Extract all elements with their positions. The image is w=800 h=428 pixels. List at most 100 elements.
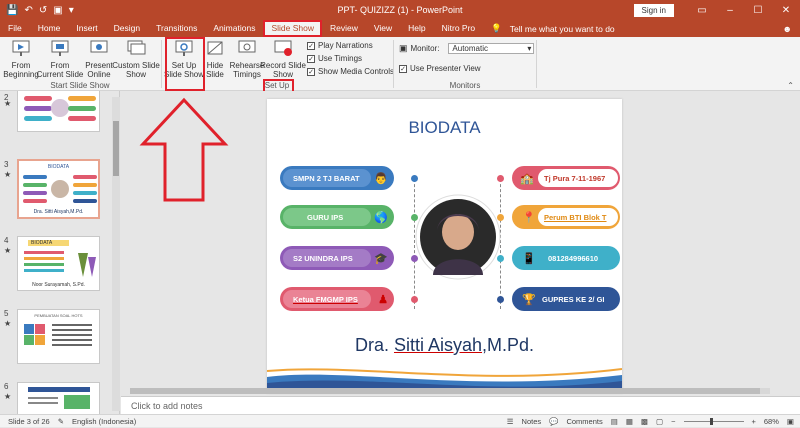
tab-help[interactable]: Help (400, 20, 433, 37)
pill-label-organization: Ketua FMGMP IPS (283, 290, 371, 308)
checkbox-checked-icon: ✓ (307, 54, 315, 63)
slide-sorter-icon[interactable]: ▦ (626, 417, 633, 426)
minimize-icon[interactable]: – (716, 5, 744, 16)
tab-review[interactable]: Review (322, 20, 366, 37)
notes-toggle[interactable]: Notes (522, 417, 542, 426)
current-slide[interactable]: BIODATA SMPN 2 TJ BARAT 👨 GURU IPS 🌎 S2 … (267, 99, 622, 393)
from-beginning-icon (12, 40, 30, 56)
slide-thumbnail-2[interactable] (17, 91, 100, 132)
horizontal-scrollbar[interactable] (130, 388, 770, 394)
pill-label-education: S2 UNINDRA IPS (283, 249, 371, 267)
canvas-scrollbar[interactable] (789, 91, 800, 396)
slide-thumbnail-5[interactable]: PEMBUATAN SOAL HOTS (17, 309, 100, 364)
tab-nitro-pro[interactable]: Nitro Pro (434, 20, 484, 37)
ribbon-separator (536, 40, 537, 88)
thumbnails-scrollbar[interactable] (112, 97, 120, 411)
share-icon[interactable]: ☻ (783, 24, 792, 34)
scrollbar-thumb[interactable] (113, 121, 119, 176)
pill-label-phone: 081284996610 (538, 249, 618, 267)
checkbox-checked-icon: ✓ (307, 41, 315, 50)
info-pill-organization: Ketua FMGMP IPS ♟ (280, 287, 394, 311)
status-bar: Slide 3 of 26 ✎ English (Indonesia) ☰ No… (0, 414, 800, 427)
checkbox-checked-icon: ✓ (307, 67, 315, 76)
monitor-row: ▣ Monitor: Automatic ▾ (399, 43, 535, 54)
slide-title: BIODATA (408, 118, 481, 137)
maximize-icon[interactable]: ☐ (744, 5, 772, 16)
slideshow-view-icon[interactable]: ▢ (656, 417, 663, 426)
rehearse-timings-button[interactable]: Rehearse Timings (230, 39, 264, 79)
sign-in-button[interactable]: Sign in (633, 3, 674, 17)
thumb-number: 4 (4, 236, 9, 245)
slide-thumbnail-4[interactable]: BIODATA Noor Surayamah, S.Pd. (17, 236, 100, 291)
info-pill-role: GURU IPS 🌎 (280, 205, 394, 229)
chevron-down-icon: ▾ (527, 44, 532, 53)
ribbon-display-icon[interactable]: ▭ (688, 5, 716, 16)
hide-slide-button[interactable]: Hide Slide (203, 39, 227, 79)
custom-slide-show-button[interactable]: Custom Slide Show (112, 39, 160, 79)
pill-label-address: Perum BTI Blok T (538, 208, 618, 226)
redo-icon[interactable]: ↺ (39, 5, 47, 16)
scrollbar-thumb[interactable] (130, 388, 760, 394)
language-indicator[interactable]: English (Indonesia) (72, 417, 136, 426)
from-current-slide-button[interactable]: From Current Slide (37, 39, 83, 79)
tab-design[interactable]: Design (106, 20, 148, 37)
thumb-number: 3 (4, 160, 9, 169)
record-slide-show-button[interactable]: Record Slide Show (260, 39, 306, 79)
play-narrations-checkbox[interactable]: ✓ Play Narrations (307, 41, 373, 50)
show-media-controls-checkbox[interactable]: ✓ Show Media Controls (307, 67, 394, 76)
tab-animations[interactable]: Animations (205, 20, 263, 37)
customize-qat-icon[interactable]: ▾ (69, 5, 74, 16)
tab-transitions[interactable]: Transitions (148, 20, 205, 37)
tab-slide-show[interactable]: Slide Show (263, 20, 322, 37)
connector-dot (497, 175, 504, 182)
school-building-icon: 🏫 (520, 172, 534, 185)
thumb-number: 6 (4, 382, 9, 391)
lightbulb-icon: 💡 (491, 23, 502, 33)
star-icon: ★ (4, 319, 12, 328)
present-online-button[interactable]: Present Online (84, 39, 114, 79)
custom-show-icon (127, 40, 146, 55)
comments-icon[interactable]: 💬 (549, 417, 558, 426)
fit-to-window-icon[interactable]: ▣ (787, 417, 794, 426)
red-arrow-annotation (139, 97, 229, 202)
zoom-out-icon[interactable]: − (671, 417, 675, 426)
tab-view[interactable]: View (366, 20, 400, 37)
present-icon[interactable]: ▣ (53, 5, 62, 16)
notes-toggle-icon[interactable]: ☰ (507, 417, 514, 426)
reading-view-icon[interactable]: ▩ (641, 417, 648, 426)
teacher-icon: 👨 (374, 172, 388, 185)
save-icon[interactable]: 💾 (6, 5, 18, 16)
collapse-ribbon-icon[interactable]: ⌃ (787, 81, 794, 90)
zoom-slider-knob[interactable] (709, 418, 713, 425)
tab-home[interactable]: Home (30, 20, 69, 37)
slide-thumbnail-3[interactable]: BIODATA Dra. Sitti Aisyah,M.Pd. (17, 159, 100, 219)
tab-file[interactable]: File (0, 20, 30, 37)
people-icon: ♟ (378, 293, 388, 306)
spellcheck-icon[interactable]: ✎ (58, 417, 64, 426)
info-pill-education: S2 UNINDRA IPS 🎓 (280, 246, 394, 270)
normal-view-icon[interactable]: ▤ (611, 417, 618, 426)
from-beginning-button[interactable]: From Beginning (2, 39, 40, 79)
use-timings-checkbox[interactable]: ✓ Use Timings (307, 54, 362, 63)
info-pill-address: 📍 Perum BTI Blok T (512, 205, 620, 229)
hide-slide-icon (207, 41, 223, 55)
title-bar: 💾 ↶ ↺ ▣ ▾ PPT- QUIZIZZ (1) - PowerPoint … (0, 0, 800, 20)
slide-thumbnail-6[interactable] (17, 382, 100, 414)
comments-toggle[interactable]: Comments (566, 417, 602, 426)
connector-dot (411, 175, 418, 182)
presenter-view-checkbox[interactable]: ✓ Use Presenter View (399, 64, 481, 73)
graduation-cap-icon: 🎓 (374, 252, 388, 265)
monitor-select[interactable]: Automatic ▾ (448, 43, 535, 54)
undo-icon[interactable]: ↶ (24, 5, 32, 16)
zoom-level[interactable]: 68% (764, 417, 779, 426)
thumbnail-2-graphic (24, 96, 96, 121)
zoom-slider[interactable] (683, 418, 744, 425)
globe-icon: 🌎 (374, 211, 388, 224)
close-icon[interactable]: ✕ (772, 5, 800, 16)
notes-pane[interactable]: Click to add notes (121, 396, 800, 414)
tell-me-search[interactable]: Tell me what you want to do (510, 24, 615, 34)
tab-insert[interactable]: Insert (68, 20, 105, 37)
zoom-in-icon[interactable]: + (752, 417, 756, 426)
phone-icon: 📱 (522, 252, 536, 265)
slide-canvas: BIODATA SMPN 2 TJ BARAT 👨 GURU IPS 🌎 S2 … (121, 91, 789, 396)
